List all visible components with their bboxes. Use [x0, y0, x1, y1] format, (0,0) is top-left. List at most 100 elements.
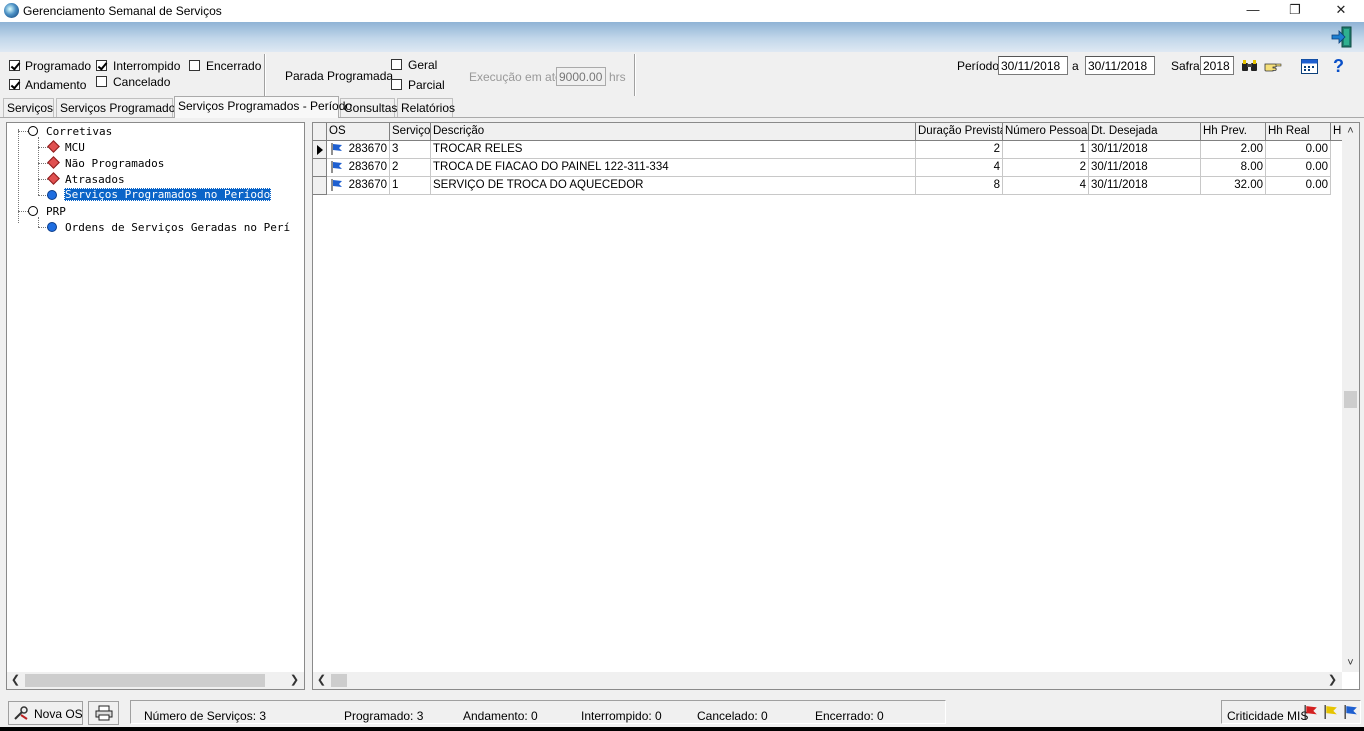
cell-descricao[interactable]: TROCAR RELES — [431, 141, 916, 159]
tree-item-ordens[interactable]: Ordens de Serviços Geradas no Perí — [65, 221, 290, 234]
cell-hh-prev[interactable]: 2.00 — [1201, 141, 1266, 159]
header-hh-prev[interactable]: Hh Prev. — [1201, 123, 1266, 141]
periodo-from-input[interactable]: 30/11/2018 — [998, 56, 1068, 75]
tree-item-servicos-periodo[interactable]: Serviços Programados no Período — [64, 188, 272, 201]
tree-item-corretivas[interactable]: Corretivas — [46, 125, 112, 138]
cancelado-count: Cancelado: 0 — [697, 709, 768, 723]
diamond-icon — [47, 140, 60, 153]
prp-node-icon — [28, 206, 38, 216]
red-flag-icon[interactable] — [1304, 705, 1318, 719]
parada-programada-label: Parada Programada — [285, 69, 394, 83]
programado-label: Programado — [25, 59, 92, 73]
tree-hscrollbar[interactable]: ❮ ❯ — [7, 672, 304, 689]
blue-flag-icon[interactable] — [1344, 705, 1358, 719]
cell-servico[interactable]: 1 — [390, 177, 431, 195]
header-hh-real[interactable]: Hh Real — [1266, 123, 1331, 141]
app-icon — [4, 3, 19, 18]
minimize-button[interactable]: — — [1230, 0, 1276, 22]
header-indicator — [313, 123, 327, 141]
scroll-right-icon[interactable]: ❯ — [286, 672, 303, 689]
cell-duracao[interactable]: 4 — [916, 159, 1003, 177]
cell-hh-prev[interactable]: 32.00 — [1201, 177, 1266, 195]
cell-hh-real[interactable]: 0.00 — [1266, 159, 1331, 177]
header-os[interactable]: OS — [327, 123, 390, 141]
interrompido-count: Interrompido: 0 — [581, 709, 662, 723]
cell-os[interactable]: 283670 — [327, 159, 390, 177]
header-duracao[interactable]: Duração Prevista — [916, 123, 1003, 141]
periodo-to-input[interactable]: 30/11/2018 — [1085, 56, 1155, 75]
grid-hscrollbar[interactable]: ❮ ❯ — [313, 672, 1342, 689]
header-dt-desejada[interactable]: Dt. Desejada — [1089, 123, 1201, 141]
binoculars-icon[interactable] — [1241, 59, 1259, 73]
header-pessoas[interactable]: Número Pessoas — [1003, 123, 1089, 141]
close-button[interactable]: ✕ — [1318, 0, 1364, 22]
tab-servicos[interactable]: Serviços — [3, 98, 54, 117]
cell-dt-desejada[interactable]: 30/11/2018 — [1089, 177, 1201, 195]
header-servico[interactable]: Serviço — [390, 123, 431, 141]
programado-checkbox[interactable] — [9, 60, 20, 71]
encerrado-checkbox[interactable] — [189, 60, 200, 71]
yellow-flag-icon[interactable] — [1324, 705, 1338, 719]
scroll-thumb[interactable] — [25, 674, 265, 687]
help-icon[interactable]: ? — [1333, 56, 1347, 76]
cell-duracao[interactable]: 2 — [916, 141, 1003, 159]
cell-duracao[interactable]: 8 — [916, 177, 1003, 195]
cell-pessoas[interactable]: 2 — [1003, 159, 1089, 177]
andamento-checkbox[interactable] — [9, 79, 20, 90]
cell-dt-desejada[interactable]: 30/11/2018 — [1089, 159, 1201, 177]
tree-item-nao-programados[interactable]: Não Programados — [65, 157, 164, 170]
scroll-thumb[interactable] — [1344, 391, 1357, 408]
nova-os-label: Nova OS — [34, 707, 83, 721]
row-indicator[interactable] — [313, 177, 327, 195]
print-button[interactable] — [88, 701, 119, 725]
scroll-left-icon[interactable]: ❮ — [7, 672, 24, 689]
parcial-label: Parcial — [408, 78, 445, 92]
cell-pessoas[interactable]: 4 — [1003, 177, 1089, 195]
cell-servico[interactable]: 3 — [390, 141, 431, 159]
pointing-hand-icon[interactable] — [1264, 59, 1282, 73]
criticidade-label: Criticidade MIS — [1227, 709, 1309, 723]
cell-descricao[interactable]: SERVIÇO DE TROCA DO AQUECEDOR — [431, 177, 916, 195]
tree-item-prp[interactable]: PRP — [46, 205, 66, 218]
tab-servicos-programados-periodo[interactable]: Serviços Programados - Período — [174, 96, 352, 118]
tab-relatorios[interactable]: Relatórios — [397, 98, 455, 117]
os-value: 283670 — [348, 161, 387, 173]
safra-input[interactable]: 2018 — [1200, 56, 1234, 75]
scroll-left-icon[interactable]: ❮ — [313, 672, 330, 689]
cell-os[interactable]: 283670 — [327, 141, 390, 159]
row-indicator[interactable] — [313, 141, 327, 159]
interrompido-checkbox[interactable] — [96, 60, 107, 71]
geral-checkbox[interactable] — [391, 59, 402, 70]
cell-servico[interactable]: 2 — [390, 159, 431, 177]
scroll-up-icon[interactable]: ˄ — [1342, 123, 1359, 140]
cell-pessoas[interactable]: 1 — [1003, 141, 1089, 159]
scroll-down-icon[interactable]: ˅ — [1342, 655, 1359, 672]
header-descricao[interactable]: Descrição — [431, 123, 916, 141]
grid-vscrollbar[interactable]: ˄ ˅ — [1342, 123, 1359, 672]
tree-item-mcu[interactable]: MCU — [65, 141, 85, 154]
row-indicator[interactable] — [313, 159, 327, 177]
cell-hh-real[interactable]: 0.00 — [1266, 141, 1331, 159]
header-band — [0, 22, 1364, 52]
cell-dt-desejada[interactable]: 30/11/2018 — [1089, 141, 1201, 159]
scroll-right-icon[interactable]: ❯ — [1324, 672, 1341, 689]
tree-line — [38, 147, 48, 148]
cell-os[interactable]: 283670 — [327, 177, 390, 195]
new-os-icon — [14, 706, 28, 720]
cell-hh-real[interactable]: 0.00 — [1266, 177, 1331, 195]
scroll-thumb[interactable] — [331, 674, 347, 687]
tree-item-atrasados[interactable]: Atrasados — [65, 173, 125, 186]
cancelado-checkbox[interactable] — [96, 76, 107, 87]
tree-line — [18, 131, 28, 132]
cell-hh-prev[interactable]: 8.00 — [1201, 159, 1266, 177]
tab-servicos-programados[interactable]: Serviços Programados — [56, 98, 181, 117]
nova-os-button[interactable]: Nova OS — [8, 701, 83, 725]
parcial-checkbox[interactable] — [391, 79, 402, 90]
calendar-icon[interactable] — [1301, 59, 1318, 74]
geral-label: Geral — [408, 58, 438, 72]
restore-button[interactable]: ❐ — [1272, 0, 1318, 22]
execucao-input[interactable]: 9000.00 — [556, 67, 606, 86]
flag-icon — [331, 161, 342, 173]
exit-icon[interactable] — [1330, 25, 1354, 49]
cell-descricao[interactable]: TROCA DE FIACAO DO PAINEL 122-311-334 — [431, 159, 916, 177]
